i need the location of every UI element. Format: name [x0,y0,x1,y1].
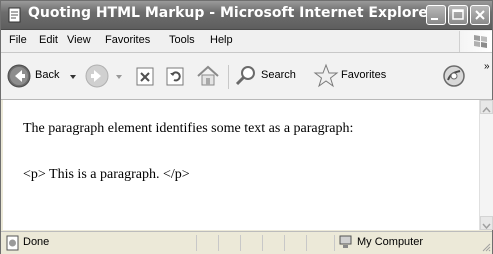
status-panel [306,235,334,251]
window-title: Quoting HTML Markup - Microsoft Internet… [28,5,435,21]
star-icon [313,63,339,88]
menu-file[interactable]: File [9,34,27,46]
refresh-icon [166,67,184,86]
status-panel [240,235,262,251]
back-button[interactable]: Back [7,63,77,89]
security-zone-panel[interactable]: My Computer [334,235,489,251]
vertical-scrollbar[interactable] [479,100,493,230]
forward-button[interactable] [85,63,125,89]
status-panel [196,235,218,251]
maximize-icon [452,9,464,20]
minimize-button[interactable] [426,5,446,25]
menu-view[interactable]: View [67,34,91,46]
back-label: Back [35,69,60,81]
home-button[interactable] [195,63,221,89]
page-content: The paragraph element identifies some te… [3,100,479,230]
toolbar-separator [228,65,229,89]
search-button[interactable]: Search [234,63,306,89]
document-icon [8,7,21,23]
toolbar: Back Search Favorites » [1,53,492,100]
forward-arrow-icon [85,64,109,88]
search-icon [235,66,255,86]
refresh-button[interactable] [165,65,187,87]
status-panel [218,235,240,251]
page-done-icon [6,235,19,251]
title-bar[interactable]: Quoting HTML Markup - Microsoft Internet… [1,1,492,30]
computer-icon [339,235,352,248]
minimize-icon [431,18,438,20]
status-panel [284,235,306,251]
search-label: Search [261,69,296,81]
paragraph-text: The paragraph element identifies some te… [23,121,354,136]
markup-example-text: <p> This is a paragraph. </p> [23,167,190,182]
forward-dropdown-icon[interactable] [115,73,123,81]
menu-bar: File Edit View Favorites Tools Help [1,30,492,53]
stop-icon [136,67,154,86]
close-icon [475,10,485,20]
maximize-button[interactable] [448,5,468,25]
menu-tools[interactable]: Tools [169,34,195,46]
status-bar: Done My Computer [1,231,492,254]
toolbar-overflow-chevron[interactable]: » [484,61,490,72]
stop-button[interactable] [135,65,157,87]
favorites-button[interactable]: Favorites [313,63,403,89]
back-arrow-icon [7,64,31,88]
media-icon [443,65,465,87]
favorites-label: Favorites [341,69,387,81]
scroll-down-button[interactable] [480,216,493,230]
chevron-up-icon [482,106,491,113]
status-text: Done [23,236,50,248]
resize-grip-icon[interactable] [481,242,491,252]
media-button[interactable] [441,63,467,89]
windows-flag-icon [474,35,487,48]
status-panel [262,235,284,251]
browser-window: Quoting HTML Markup - Microsoft Internet… [0,0,493,254]
scroll-up-button[interactable] [480,100,493,114]
menu-favorites[interactable]: Favorites [105,34,150,46]
back-dropdown-icon[interactable] [69,73,77,81]
zone-label: My Computer [357,236,424,248]
menu-help[interactable]: Help [210,34,233,46]
menu-edit[interactable]: Edit [39,34,58,46]
windows-logo [459,31,492,52]
close-button[interactable] [470,5,490,25]
home-icon [197,65,219,86]
